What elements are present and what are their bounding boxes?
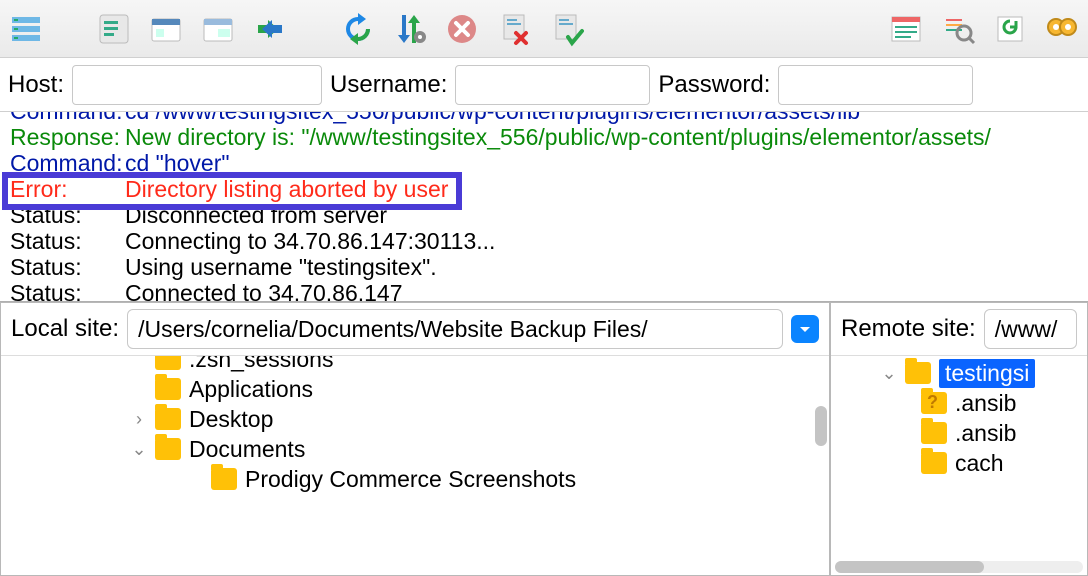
local-site-header: Local site: /Users/cornelia/Documents/We… <box>1 303 829 356</box>
log-row-error: Error:Directory listing aborted by user <box>10 176 1078 202</box>
queue-view-button[interactable] <box>886 9 926 49</box>
folder-unknown-icon <box>921 392 947 414</box>
apply-local-button[interactable] <box>546 9 586 49</box>
local-panel: Local site: /Users/cornelia/Documents/We… <box>0 302 830 576</box>
tree-item[interactable]: ›Desktop <box>1 404 829 434</box>
delete-local-button[interactable] <box>494 9 534 49</box>
log-row: Command:cd "hover" <box>10 150 1078 176</box>
toolbar-group-1 <box>6 9 46 49</box>
toggle-tree-button[interactable] <box>198 9 238 49</box>
remote-site-label: Remote site: <box>841 315 976 343</box>
remote-tree[interactable]: ⌄testingsi .ansib .ansib cach <box>831 356 1087 575</box>
host-input[interactable] <box>72 65 322 105</box>
username-label: Username: <box>330 71 447 99</box>
sync-browse-button[interactable] <box>250 9 290 49</box>
remote-panel: Remote site: /www/ ⌄testingsi .ansib .an… <box>830 302 1088 576</box>
local-tree[interactable]: ›.zsh_sessions ›Applications ›Desktop ⌄D… <box>1 356 829 575</box>
log-row: Command:cd /www/testingsitex_556/public/… <box>10 112 1078 124</box>
password-label: Password: <box>658 71 770 99</box>
refresh-button[interactable] <box>338 9 378 49</box>
toolbar-group-3 <box>338 9 586 49</box>
tree-item[interactable]: ›.zsh_sessions <box>1 356 829 374</box>
folder-icon <box>155 378 181 400</box>
tree-item[interactable]: cach <box>831 448 1087 478</box>
find-button[interactable] <box>1042 9 1082 49</box>
local-site-label: Local site: <box>11 315 119 343</box>
cancel-button[interactable] <box>442 9 482 49</box>
password-input[interactable] <box>778 65 973 105</box>
local-path-input[interactable]: /Users/cornelia/Documents/Website Backup… <box>127 309 783 349</box>
connection-bar: Host: Username: Password: <box>0 58 1088 112</box>
username-input[interactable] <box>455 65 650 105</box>
scrollbar-thumb[interactable] <box>835 561 984 573</box>
toolbar-group-4 <box>886 9 1082 49</box>
remote-path-input[interactable]: /www/ <box>984 309 1077 349</box>
toolbar <box>0 0 1088 58</box>
remote-site-header: Remote site: /www/ <box>831 303 1087 356</box>
site-manager-button[interactable] <box>6 9 46 49</box>
scrollbar-vertical[interactable] <box>815 406 827 446</box>
newtab-button[interactable] <box>146 9 186 49</box>
quickconnect-button[interactable] <box>94 9 134 49</box>
local-path-dropdown[interactable] <box>791 315 819 343</box>
expand-icon[interactable]: › <box>131 409 147 430</box>
log-row: Status:Using username "testingsitex". <box>10 254 1078 280</box>
tree-item[interactable]: ›Applications <box>1 374 829 404</box>
folder-icon <box>921 452 947 474</box>
filter-search-button[interactable] <box>938 9 978 49</box>
log-row: Status:Connected to 34.70.86.147 <box>10 280 1078 302</box>
scrollbar-horizontal[interactable] <box>835 561 1083 573</box>
collapse-icon[interactable]: ⌄ <box>881 363 897 384</box>
process-queue-button[interactable] <box>390 9 430 49</box>
folder-icon <box>211 468 237 490</box>
reconnect-button[interactable] <box>990 9 1030 49</box>
host-label: Host: <box>8 71 64 99</box>
log-row: Response:New directory is: "/www/testing… <box>10 124 1078 150</box>
tree-item[interactable]: .ansib <box>831 418 1087 448</box>
tree-item[interactable]: .ansib <box>831 388 1087 418</box>
tree-item[interactable]: ⌄testingsi <box>831 358 1087 388</box>
collapse-icon[interactable]: ⌄ <box>131 439 147 460</box>
folder-icon <box>155 356 181 370</box>
folder-icon <box>155 408 181 430</box>
folder-icon <box>155 438 181 460</box>
log-row: Status:Connecting to 34.70.86.147:30113.… <box>10 228 1078 254</box>
folder-icon <box>905 362 931 384</box>
tree-item[interactable]: ⌄Documents <box>1 434 829 464</box>
tree-item[interactable]: Prodigy Commerce Screenshots <box>1 464 829 494</box>
log-pane[interactable]: Command:cd /www/testingsitex_556/public/… <box>0 112 1088 302</box>
log-row: Status:Disconnected from server <box>10 202 1078 228</box>
toolbar-group-2 <box>94 9 290 49</box>
folder-icon <box>921 422 947 444</box>
site-panels: Local site: /Users/cornelia/Documents/We… <box>0 302 1088 576</box>
